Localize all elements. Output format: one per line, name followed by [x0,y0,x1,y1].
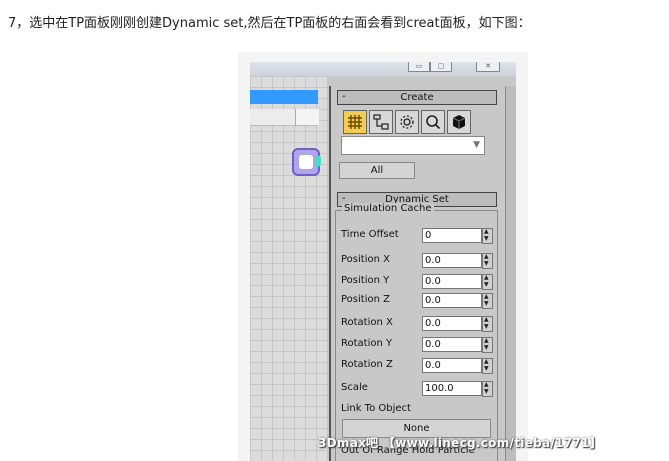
rotation-z-label: Rotation Z [341,359,393,370]
node-body [299,155,313,169]
rotation-y-label: Rotation Y [341,338,393,349]
position-y-spinner[interactable]: ▲ ▼ [482,274,493,290]
position-y-field[interactable]: 0.0 [422,274,482,289]
article-text: 7，选中在TP面板刚刚创建Dynamic set,然后在TP面板的右面会看到cr… [8,16,531,31]
viewport-grid[interactable] [250,76,328,461]
cube-icon[interactable] [447,110,471,134]
create-rollout-title: Create [400,92,434,103]
rotation-z-field[interactable]: 0.0 [422,358,482,373]
collapse-icon: - [342,91,346,102]
window-titlebar: ▭ ▢ ✕ [250,62,516,76]
minimize-button[interactable]: ▭ [408,62,430,72]
time-offset-field[interactable]: 0 [422,228,482,243]
position-z-spinner[interactable]: ▲ ▼ [482,293,493,309]
magnifier-icon[interactable] [421,110,445,134]
viewport-toolbar-button[interactable] [295,109,319,125]
link-to-object-label: Link To Object [341,403,411,414]
all-button[interactable]: All [339,162,415,179]
command-panel: - Create ▼ All - Dynamic Set Simulation … [329,86,505,461]
create-rollout-header[interactable]: - Create [337,90,497,105]
rotation-z-spinner[interactable]: ▲ ▼ [482,358,493,374]
category-dropdown[interactable]: ▼ [341,136,485,155]
scale-field[interactable]: 100.0 [422,381,482,396]
scale-label: Scale [341,382,368,393]
panel-scrollbar[interactable] [505,86,516,461]
time-offset-label: Time Offset [341,229,399,240]
position-x-label: Position X [341,254,390,265]
simulation-cache-title: Simulation Cache [342,203,434,214]
rotation-x-label: Rotation X [341,317,393,328]
scale-spinner[interactable]: ▲ ▼ [482,381,493,397]
restore-button[interactable]: ▢ [430,62,452,72]
hierarchy-icon[interactable] [369,110,393,134]
watermark-text: 3Dmax吧 【www.linecg.com/tieba/1771】 [318,436,602,450]
gear-icon[interactable] [395,110,419,134]
rotation-y-spinner[interactable]: ▲ ▼ [482,337,493,353]
particle-grid-icon[interactable] [343,110,367,134]
position-y-label: Position Y [341,275,390,286]
max-ui: ▭ ▢ ✕ - Create ▼ All - Dynamic Set Simul… [250,62,516,461]
node-output-port[interactable] [315,155,321,167]
simulation-cache-group: Simulation Cache Time Offset 0 ▲ ▼ Positi… [335,203,498,461]
rotation-y-field[interactable]: 0.0 [422,337,482,352]
viewport-header-bar [250,90,318,104]
position-z-label: Position Z [341,294,390,305]
position-x-field[interactable]: 0.0 [422,253,482,268]
create-tabs [343,110,493,134]
time-offset-spinner[interactable]: ▲ ▼ [482,228,493,244]
rotation-x-field[interactable]: 0.0 [422,316,482,331]
close-button[interactable]: ✕ [476,62,500,72]
rotation-x-spinner[interactable]: ▲ ▼ [482,316,493,332]
chevron-down-icon: ▼ [473,140,480,150]
position-z-field[interactable]: 0.0 [422,293,482,308]
position-x-spinner[interactable]: ▲ ▼ [482,253,493,269]
screenshot-frame: ▭ ▢ ✕ - Create ▼ All - Dynamic Set Simul… [238,52,528,461]
